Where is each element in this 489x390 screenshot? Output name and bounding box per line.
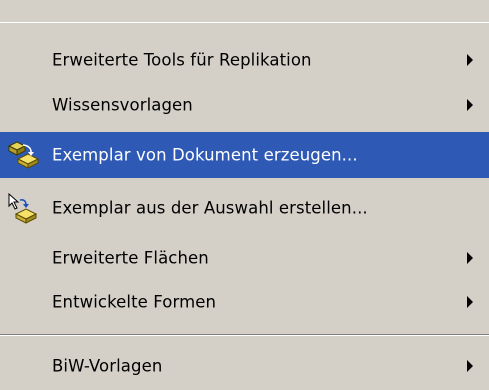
menu-separator — [0, 334, 489, 336]
menu-item-exemplar-von-dokument[interactable]: Exemplar von Dokument erzeugen... — [0, 132, 489, 178]
menu-item-label: Exemplar von Dokument erzeugen... — [52, 145, 358, 165]
menu-item-label: Erweiterte Tools für Replikation — [52, 50, 312, 70]
menu-top-edge — [0, 0, 489, 24]
menu-item-wissensvorlagen[interactable]: Wissensvorlagen — [0, 81, 489, 129]
submenu-arrow-icon — [467, 296, 473, 308]
menu-item-erweiterte-tools-replikation[interactable]: Erweiterte Tools für Replikation — [0, 36, 489, 84]
menu-item-biw-vorlagen[interactable]: BiW-Vorlagen — [0, 342, 489, 390]
instantiate-from-selection-icon — [8, 192, 38, 224]
menu-item-label: BiW-Vorlagen — [52, 356, 163, 376]
menu-item-exemplar-aus-auswahl[interactable]: Exemplar aus der Auswahl erstellen... — [0, 184, 489, 232]
menu-item-erweiterte-flaechen[interactable]: Erweiterte Flächen — [0, 234, 489, 282]
submenu-arrow-icon — [467, 252, 473, 264]
submenu-arrow-icon — [467, 99, 473, 111]
menu-item-label: Erweiterte Flächen — [52, 248, 209, 268]
instantiate-from-document-icon — [7, 141, 40, 169]
menu-item-label: Wissensvorlagen — [52, 95, 193, 115]
menu-item-label: Exemplar aus der Auswahl erstellen... — [52, 198, 368, 218]
menu-item-label: Entwickelte Formen — [52, 292, 217, 312]
submenu-arrow-icon — [467, 360, 473, 372]
submenu-arrow-icon — [467, 54, 473, 66]
menu-item-entwickelte-formen[interactable]: Entwickelte Formen — [0, 278, 489, 326]
context-menu: Erweiterte Tools für Replikation Wissens… — [0, 0, 489, 390]
